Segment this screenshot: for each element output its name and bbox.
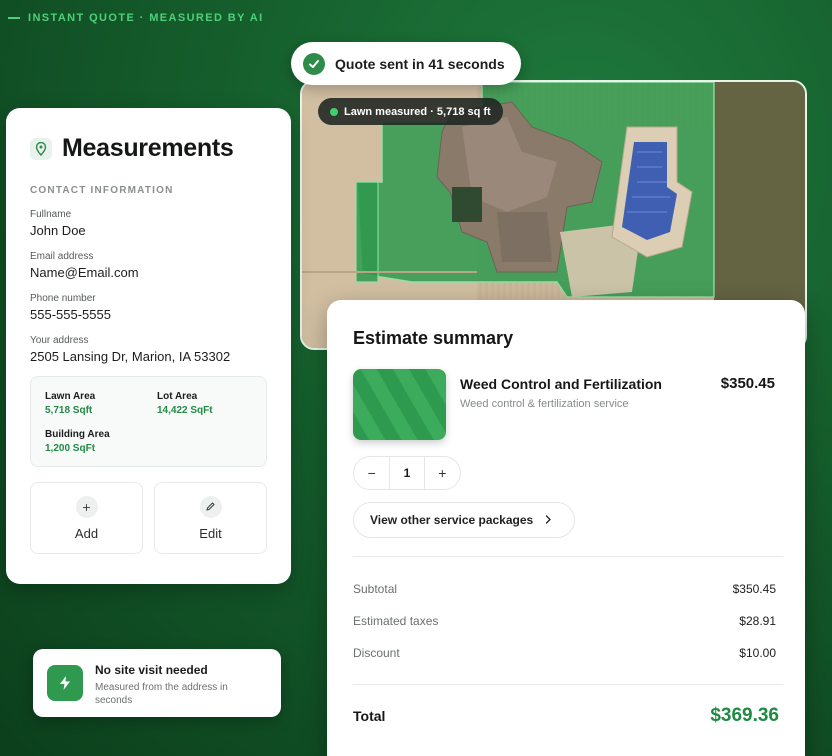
status-dot-icon (330, 107, 338, 116)
no-site-visit-subtitle: Measured from the address in seconds (95, 682, 228, 706)
no-site-visit-card: No site visit needed Measured from the a… (33, 649, 281, 717)
quote-sent-text: Quote sent in 41 seconds (335, 55, 505, 72)
total-label: Total (353, 708, 386, 724)
tagline-dash (8, 17, 20, 19)
total-row: Total $369.36 (353, 705, 779, 727)
address-label: Your address (30, 335, 89, 346)
add-button-label: Add (74, 525, 99, 541)
address-field: Your address 2505 Lansing Dr, Marion, IA… (30, 335, 267, 364)
taxes-label: Estimated taxes (353, 614, 439, 628)
pencil-icon (199, 495, 222, 518)
discount-value: $10.00 (739, 646, 776, 660)
measurements-title: Measurements (62, 134, 234, 162)
building-area: Building Area 1,200 SqFt (45, 429, 157, 454)
email-label: Email address (30, 251, 94, 262)
phone-label: Phone number (30, 293, 96, 304)
tagline: INSTANT QUOTE · MEASURED BY AI (8, 12, 264, 24)
lawn-measured-text: Lawn measured · 5,718 sq ft (344, 105, 491, 118)
fullname-value[interactable]: John Doe (30, 223, 267, 238)
measurements-card: Measurements CONTACT INFORMATION Fullnam… (6, 108, 291, 584)
lawn-area: Lawn Area 5,718 Sqft (45, 391, 157, 416)
service-name: Weed Control and Fertilization (460, 376, 662, 392)
lawn-area-value: 5,718 Sqft (45, 405, 93, 416)
view-packages-button[interactable]: View other service packages (353, 502, 575, 538)
lawn-area-label: Lawn Area (45, 391, 96, 402)
total-value: $369.36 (710, 705, 779, 726)
service-item: Weed Control and Fertilization Weed cont… (353, 369, 779, 440)
plus-icon: + (75, 495, 98, 518)
address-value[interactable]: 2505 Lansing Dr, Marion, IA 53302 (30, 349, 267, 364)
fullname-label: Fullname (30, 209, 72, 220)
email-value[interactable]: Name@Email.com (30, 265, 267, 280)
quantity-value[interactable]: 1 (389, 457, 425, 489)
tagline-text: INSTANT QUOTE · MEASURED BY AI (28, 12, 264, 24)
chevron-right-icon (545, 513, 552, 527)
estimate-summary-card: Estimate summary Weed Control and Fertil… (327, 300, 805, 756)
no-site-visit-text: No site visit needed Measured from the a… (95, 663, 267, 707)
estimate-title: Estimate summary (353, 328, 514, 348)
taxes-value: $28.91 (739, 614, 776, 628)
divider (353, 556, 783, 557)
action-row: + Add Edit (30, 482, 267, 554)
lot-area-label: Lot Area (157, 391, 198, 402)
decrement-button[interactable]: − (354, 465, 389, 481)
service-price: $350.45 (720, 375, 775, 392)
quantity-stepper: − 1 + (353, 456, 461, 490)
contact-info-label: CONTACT INFORMATION (30, 185, 174, 196)
lawn-measured-badge: Lawn measured · 5,718 sq ft (318, 98, 503, 125)
view-packages-label: View other service packages (370, 513, 534, 527)
lightning-icon (47, 665, 83, 701)
divider (353, 684, 783, 685)
measurements-header: Measurements (30, 134, 267, 163)
lot-area: Lot Area 14,422 SqFt (157, 391, 252, 416)
subtotal-label: Subtotal (353, 582, 398, 596)
service-info: Weed Control and Fertilization Weed cont… (460, 369, 662, 440)
fullname-field: Fullname John Doe (30, 209, 267, 238)
area-summary: Lawn Area 5,718 Sqft Lot Area 14,422 SqF… (30, 376, 267, 467)
edit-button-label: Edit (199, 525, 222, 541)
phone-field: Phone number 555-555-5555 (30, 293, 267, 322)
increment-button[interactable]: + (425, 465, 460, 481)
add-button[interactable]: + Add (30, 482, 143, 554)
subtotal-row: Subtotal $350.45 (353, 582, 779, 596)
quote-sent-badge: Quote sent in 41 seconds (291, 42, 521, 85)
subtotal-value: $350.45 (732, 582, 776, 596)
email-field: Email address Name@Email.com (30, 251, 267, 280)
check-icon (303, 52, 325, 75)
edit-button[interactable]: Edit (154, 482, 267, 554)
building-area-label: Building Area (45, 429, 110, 440)
discount-row: Discount $10.00 (353, 646, 779, 660)
map-pin-icon (30, 137, 52, 160)
service-description: Weed control & fertilization service (460, 398, 629, 410)
lot-area-value: 14,422 SqFt (157, 405, 213, 416)
no-site-visit-title: No site visit needed (95, 663, 208, 677)
building-area-value: 1,200 SqFt (45, 443, 96, 454)
phone-value[interactable]: 555-555-5555 (30, 307, 267, 322)
taxes-row: Estimated taxes $28.91 (353, 614, 779, 628)
discount-label: Discount (353, 646, 400, 660)
service-thumbnail (353, 369, 446, 440)
